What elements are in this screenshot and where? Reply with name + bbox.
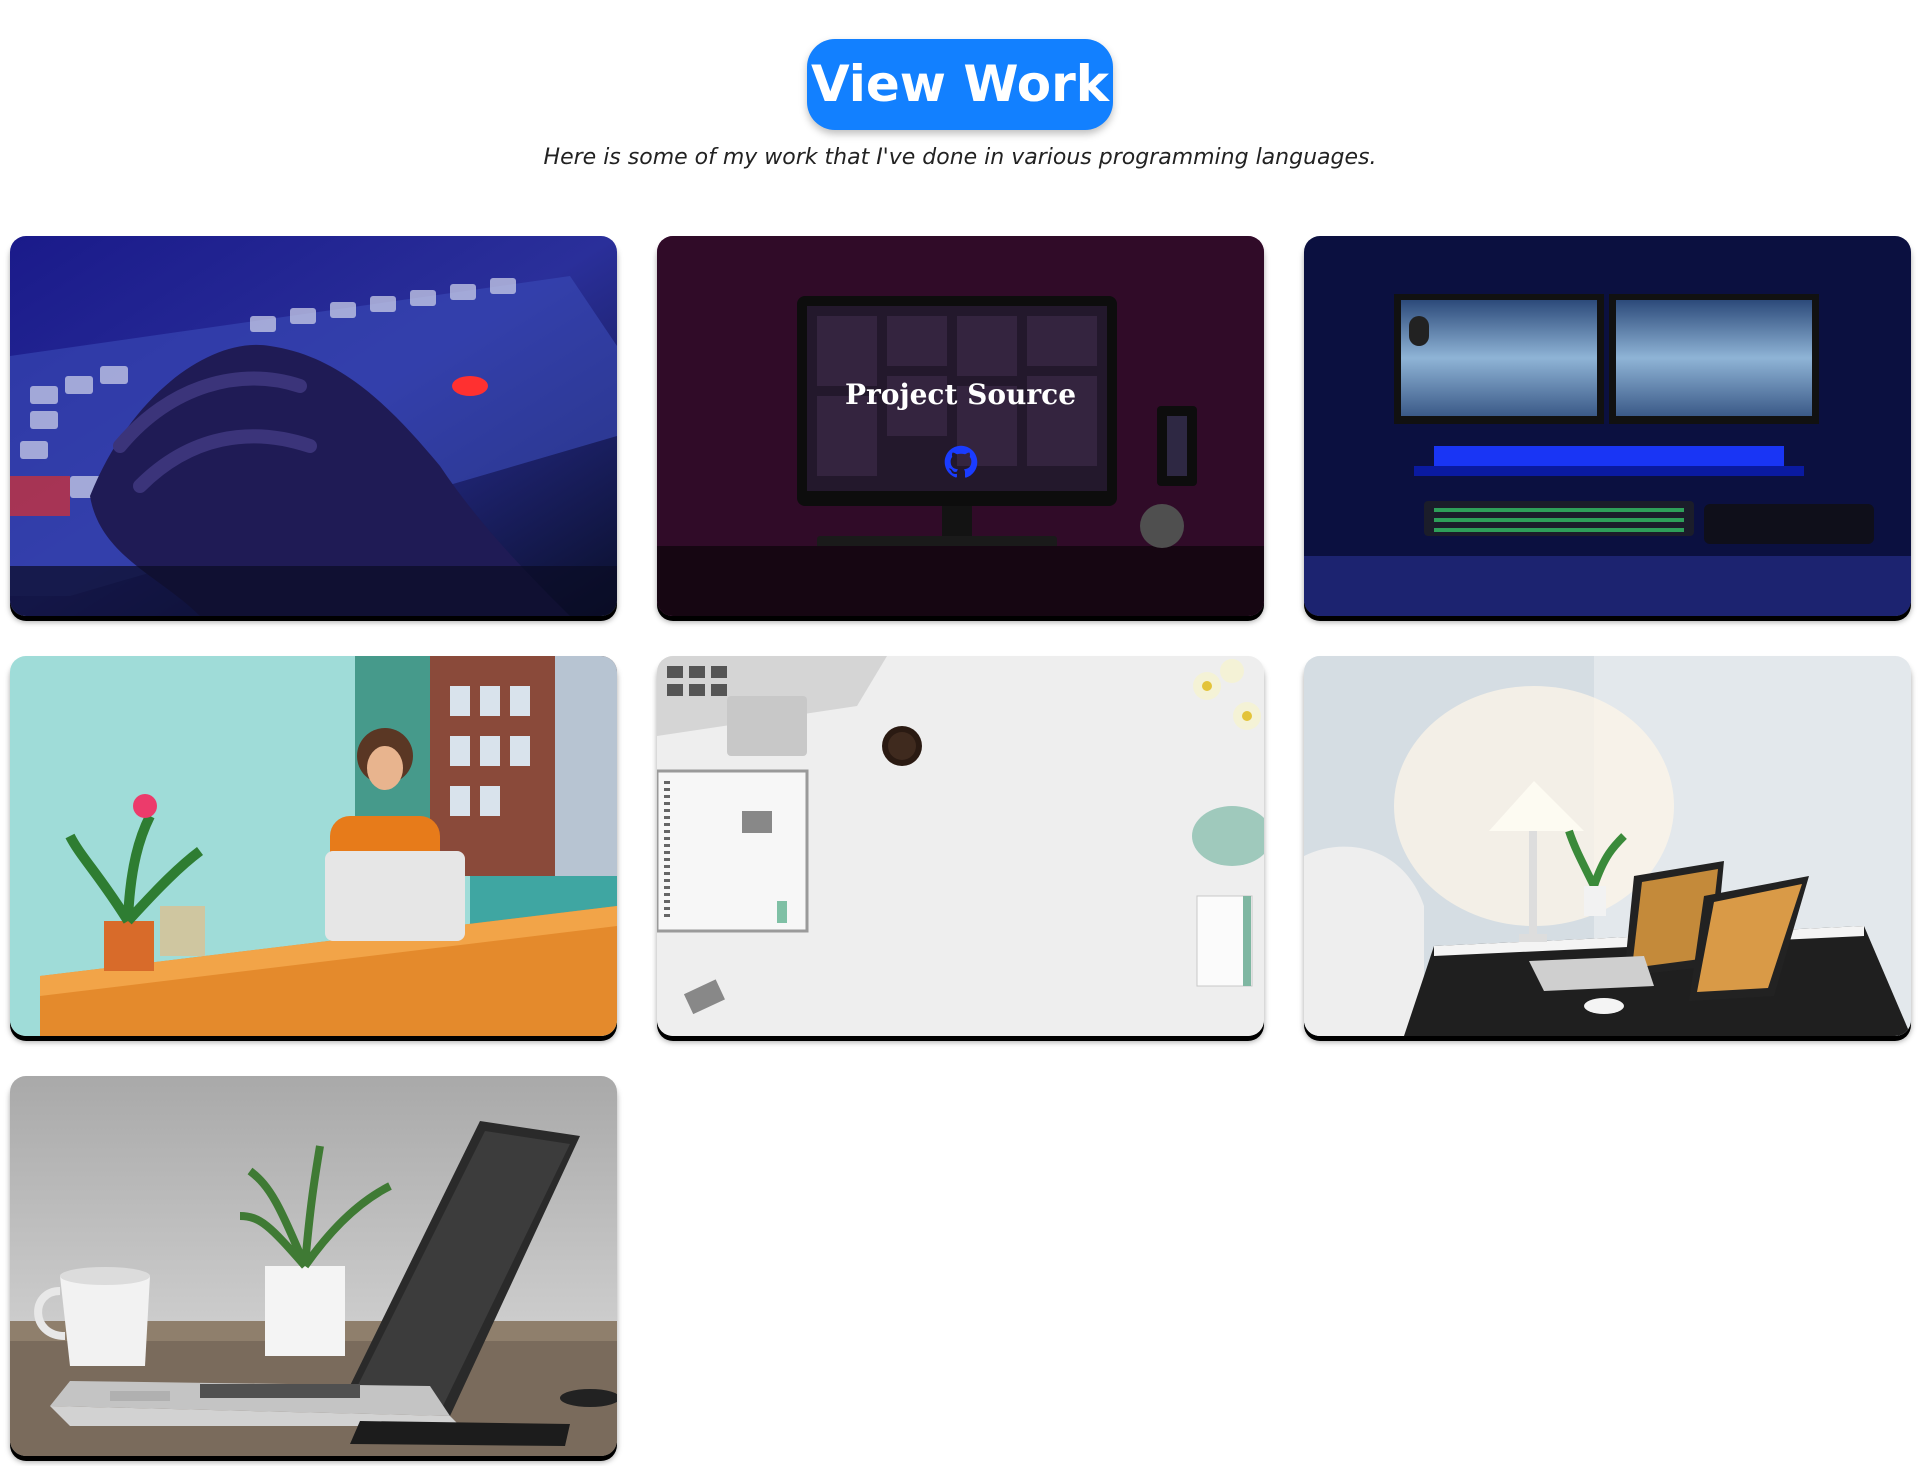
project-card[interactable]: [1304, 236, 1911, 616]
project-card[interactable]: [657, 656, 1264, 1036]
project-grid: Project Source: [10, 236, 1911, 1456]
laptop-with-plant-and-mug-photo: [10, 1076, 617, 1456]
project-hover-overlay: Project Source: [657, 236, 1264, 616]
project-card[interactable]: [10, 656, 617, 1036]
github-icon[interactable]: [944, 445, 978, 479]
desk-lamp-and-laptops-photo: [1304, 656, 1911, 1036]
woman-with-laptop-at-desk-photo: [10, 656, 617, 1036]
project-card[interactable]: Project Source: [657, 236, 1264, 616]
view-work-button[interactable]: View Work: [807, 39, 1113, 130]
white-desk-flatlay-photo: [657, 656, 1264, 1036]
hand-on-keyboard-neon-photo: [10, 236, 617, 616]
dual-monitor-blue-desk-photo: [1304, 236, 1911, 616]
project-card[interactable]: [1304, 656, 1911, 1036]
project-source-label: Project Source: [844, 377, 1077, 411]
project-card[interactable]: [10, 236, 617, 616]
work-subtitle: Here is some of my work that I've done i…: [543, 145, 1377, 170]
project-card[interactable]: [10, 1076, 617, 1456]
